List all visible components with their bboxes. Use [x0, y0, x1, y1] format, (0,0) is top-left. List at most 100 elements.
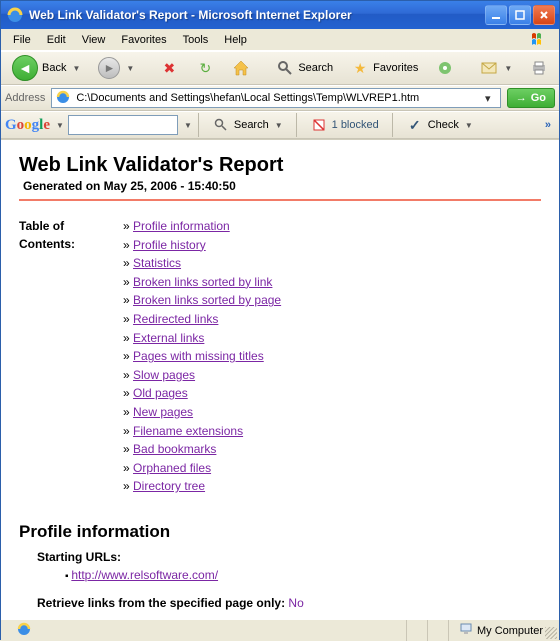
home-button[interactable] — [225, 55, 257, 81]
go-label: Go — [531, 92, 546, 104]
toc-link[interactable]: Orphaned files — [133, 461, 211, 475]
toc-item: » Slow pages — [123, 366, 281, 385]
google-search-label: Search — [234, 119, 269, 131]
separator — [392, 113, 393, 137]
address-bar: Address ▾ → Go — [1, 85, 559, 111]
toc-link[interactable]: Pages with missing titles — [133, 349, 264, 363]
toc-item: » Pages with missing titles — [123, 347, 281, 366]
refresh-button[interactable]: ↻ — [189, 55, 221, 81]
google-more-button[interactable]: » — [541, 119, 555, 131]
spellcheck-icon: ✓ — [406, 116, 424, 134]
page-content[interactable]: Web Link Validator's Report Generated on… — [1, 139, 559, 619]
menu-bar: File Edit View Favorites Tools Help — [1, 29, 559, 51]
back-button[interactable]: ◄ Back ▼ — [5, 55, 87, 81]
stop-button[interactable]: ✖ — [153, 55, 185, 81]
toc-link[interactable]: Statistics — [133, 256, 181, 270]
minimize-button[interactable] — [485, 5, 507, 25]
toc-heading: Table of Contents: — [19, 217, 99, 496]
popup-blocked-icon — [310, 116, 328, 134]
google-toolbar: Google ▼ ▼ Search ▼ 1 blocked ✓ Check ▼ … — [1, 111, 559, 139]
search-icon — [276, 59, 294, 77]
toc-link[interactable]: Slow pages — [133, 368, 195, 382]
chevron-down-icon[interactable]: ▼ — [184, 121, 192, 130]
chevron-down-icon: ▼ — [72, 64, 80, 73]
print-icon — [530, 59, 548, 77]
toc-item: » Profile history — [123, 236, 281, 255]
resize-grip[interactable] — [545, 627, 557, 639]
separator — [296, 113, 297, 137]
separator — [198, 113, 199, 137]
toc-link[interactable]: Profile history — [133, 238, 206, 252]
address-input[interactable] — [74, 91, 475, 105]
starting-url-link[interactable]: http://www.relsoftware.com/ — [71, 568, 218, 582]
toc-item: » Orphaned files — [123, 459, 281, 478]
favorites-button[interactable]: ★ Favorites — [344, 55, 425, 81]
mail-button[interactable]: ▼ — [473, 55, 519, 81]
toc-list: » Profile information » Profile history … — [123, 217, 281, 496]
maximize-button[interactable] — [509, 5, 531, 25]
toc-link[interactable]: External links — [133, 331, 204, 345]
toc-link[interactable]: Old pages — [133, 386, 188, 400]
search-button[interactable]: Search — [269, 55, 340, 81]
media-button[interactable] — [429, 55, 461, 81]
toc-item: » New pages — [123, 403, 281, 422]
toc-item: » Filename extensions — [123, 422, 281, 441]
print-button[interactable] — [523, 55, 555, 81]
google-logo[interactable]: Google — [5, 117, 50, 134]
windows-flag-icon — [527, 30, 555, 50]
toc-item: » Redirected links — [123, 310, 281, 329]
chevron-down-icon[interactable]: ▼ — [56, 121, 64, 130]
menu-file[interactable]: File — [5, 32, 39, 48]
chevron-down-icon: ▼ — [126, 64, 134, 73]
google-search-button[interactable]: Search ▼ — [205, 112, 290, 138]
go-button[interactable]: → Go — [507, 88, 555, 108]
toc-link[interactable]: Broken links sorted by link — [133, 275, 272, 289]
toc-item: » Statistics — [123, 254, 281, 273]
profile-information-heading: Profile information — [19, 522, 541, 542]
go-arrow-icon: → — [516, 92, 527, 104]
favorites-label: Favorites — [373, 62, 418, 74]
forward-button[interactable]: ► ▼ — [91, 55, 141, 81]
address-dropdown[interactable]: ▾ — [480, 92, 496, 105]
toc-link[interactable]: Filename extensions — [133, 424, 243, 438]
report-title: Web Link Validator's Report — [19, 154, 541, 177]
close-button[interactable] — [533, 5, 555, 25]
toc-link[interactable]: Bad bookmarks — [133, 442, 216, 456]
retrieve-value: No — [288, 596, 303, 610]
menu-view[interactable]: View — [74, 32, 114, 48]
status-pane-left — [7, 620, 406, 641]
menu-help[interactable]: Help — [216, 32, 255, 48]
chevron-down-icon: ▼ — [504, 64, 512, 73]
table-of-contents: Table of Contents: » Profile information… — [19, 217, 541, 496]
google-search-input[interactable] — [68, 115, 178, 135]
menu-tools[interactable]: Tools — [175, 32, 217, 48]
retrieve-label: Retrieve links from the specified page o… — [37, 596, 285, 610]
menu-favorites[interactable]: Favorites — [113, 32, 174, 48]
toc-link[interactable]: Broken links sorted by page — [133, 293, 281, 307]
forward-arrow-icon: ► — [98, 57, 120, 79]
media-icon — [436, 59, 454, 77]
page-status-icon — [17, 622, 31, 639]
search-label: Search — [298, 62, 333, 74]
toc-link[interactable]: New pages — [133, 405, 193, 419]
toc-link[interactable]: Profile information — [133, 219, 230, 233]
address-field-container: ▾ — [51, 88, 500, 108]
stop-icon: ✖ — [160, 59, 178, 77]
address-label: Address — [5, 92, 45, 104]
chevron-down-icon: ▼ — [275, 121, 283, 130]
divider — [19, 199, 541, 201]
toc-item: » Broken links sorted by link — [123, 273, 281, 292]
popup-blocked-button[interactable]: 1 blocked — [303, 112, 386, 138]
toc-item: » Directory tree — [123, 477, 281, 496]
menu-edit[interactable]: Edit — [39, 32, 74, 48]
spellcheck-button[interactable]: ✓ Check ▼ — [399, 112, 480, 138]
spellcheck-label: Check — [428, 119, 459, 131]
toc-link[interactable]: Redirected links — [133, 312, 218, 326]
toc-item: » External links — [123, 329, 281, 348]
search-icon — [212, 116, 230, 134]
toc-link[interactable]: Directory tree — [133, 479, 205, 493]
report-generated: Generated on May 25, 2006 - 15:40:50 — [23, 179, 541, 193]
refresh-icon: ↻ — [196, 59, 214, 77]
chevron-down-icon: ▼ — [465, 121, 473, 130]
back-label: Back — [42, 62, 66, 74]
